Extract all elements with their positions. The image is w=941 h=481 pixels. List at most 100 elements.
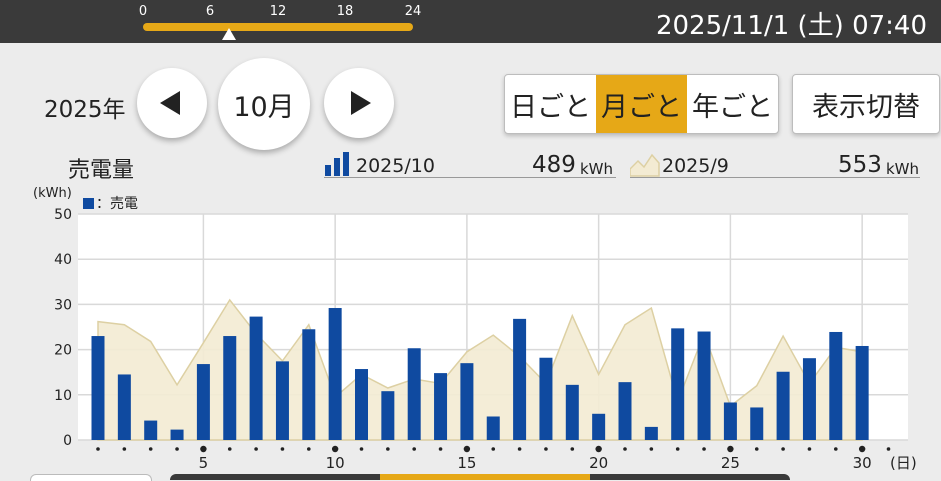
- current-month-button[interactable]: 10月: [218, 58, 310, 150]
- area-chart-icon: [630, 153, 660, 177]
- x-day-dot: [148, 447, 153, 451]
- bar-day-26: [750, 407, 764, 440]
- x-day-dot: [438, 447, 443, 451]
- year-label: 2025年: [44, 97, 126, 123]
- x-day-dot: [702, 447, 706, 451]
- current-period-label: 2025/10: [356, 155, 435, 177]
- bar-day-12: [381, 391, 395, 440]
- time-slider[interactable]: 0 6 12 18 24: [138, 0, 422, 43]
- x-tick-label: 30: [853, 454, 872, 472]
- previous-period-unit: kWh: [886, 160, 920, 178]
- bar-day-5: [196, 364, 210, 440]
- time-tick-label: 24: [404, 4, 422, 19]
- bottom-bar-highlight: [380, 474, 590, 480]
- x-day-dot: [649, 447, 654, 451]
- prev-month-button[interactable]: [137, 68, 207, 138]
- bar-day-30: [855, 345, 869, 440]
- triangle-right-icon: [351, 91, 371, 115]
- bar-day-7: [249, 316, 263, 440]
- time-slider-handle[interactable]: [222, 28, 237, 40]
- x-tick-label: 25: [721, 454, 740, 472]
- bar-day-6: [223, 336, 237, 440]
- time-slider-track[interactable]: [143, 23, 413, 31]
- time-tick-label: 0: [138, 4, 148, 19]
- bar-day-17: [513, 318, 527, 440]
- bar-day-1: [91, 336, 105, 440]
- bar-day-16: [486, 416, 500, 440]
- x-day-dot: [517, 447, 522, 451]
- y-tick-label: 40: [54, 252, 72, 268]
- bar-day-25: [723, 402, 737, 440]
- bar-day-15: [460, 363, 474, 440]
- tab-monthly[interactable]: 月ごと: [596, 75, 687, 133]
- y-tick-label: 0: [63, 433, 72, 449]
- bar-day-29: [829, 331, 843, 440]
- x-day-dot: [96, 447, 100, 451]
- bar-day-19: [565, 384, 579, 440]
- x-day-dot: [331, 445, 339, 453]
- x-day-dot: [307, 447, 311, 451]
- x-day-dot: [544, 447, 548, 451]
- x-day-dot: [200, 445, 207, 453]
- x-day-dot: [491, 447, 496, 451]
- bar-day-10: [328, 308, 342, 440]
- next-month-button[interactable]: [324, 68, 394, 138]
- x-day-dot: [359, 447, 364, 451]
- x-tick-label: 20: [589, 454, 608, 472]
- datetime-display: 2025/11/1 (土) 07:40: [655, 11, 927, 41]
- bar-day-4: [170, 429, 184, 440]
- time-tick-label: 6: [205, 4, 215, 19]
- x-day-dot: [754, 447, 759, 451]
- x-day-dot: [280, 447, 285, 451]
- bar-day-8: [275, 361, 289, 440]
- x-tick-label: 15: [457, 454, 476, 472]
- bar-day-3: [144, 420, 158, 440]
- period-selector: 日ごと 月ごと 年ごと: [504, 74, 779, 134]
- time-tick-label: 18: [336, 4, 354, 19]
- x-tick-label: 10: [326, 454, 345, 472]
- x-day-dot: [175, 447, 179, 451]
- bar-day-21: [618, 382, 632, 440]
- previous-period-value: 553: [838, 152, 882, 178]
- summary-divider: [630, 177, 920, 178]
- bar-day-28: [802, 358, 816, 440]
- current-period-unit: kWh: [580, 160, 614, 178]
- bar-day-18: [539, 357, 553, 440]
- y-tick-label: 20: [54, 343, 72, 359]
- current-period-value: 489: [532, 152, 576, 178]
- x-day-dot: [623, 447, 627, 451]
- bar-day-9: [302, 329, 316, 440]
- x-day-dot: [858, 445, 866, 453]
- x-tick-label: 5: [199, 454, 209, 472]
- x-day-dot: [781, 447, 785, 451]
- sales-bar-chart: 0 10 20 30 40 50 5 10 15 20 25 30 (日): [54, 207, 917, 472]
- bar-day-11: [355, 369, 368, 440]
- x-day-dot: [412, 447, 417, 451]
- bar-day-2: [117, 374, 131, 440]
- bar-day-23: [671, 328, 685, 440]
- x-day-dot: [834, 447, 838, 451]
- y-tick-label: 10: [54, 388, 72, 404]
- x-day-dot: [463, 445, 471, 453]
- bar-day-13: [407, 348, 421, 440]
- x-axis-unit: (日): [890, 454, 917, 472]
- x-day-dot: [727, 445, 734, 453]
- x-day-dot: [386, 447, 390, 451]
- bar-day-14: [434, 373, 448, 440]
- bar-day-24: [697, 331, 711, 440]
- y-tick-label: 30: [54, 297, 72, 313]
- chart-title: 売電量: [68, 158, 135, 183]
- previous-period-label: 2025/9: [662, 155, 729, 177]
- summary-divider: [324, 177, 616, 178]
- y-tick-label: 50: [54, 207, 72, 223]
- tab-daily[interactable]: 日ごと: [505, 75, 596, 133]
- x-day-dot: [227, 447, 232, 451]
- x-day-dot: [570, 447, 575, 451]
- top-bar: 0 6 12 18 24 2025/11/1 (土) 07:40: [0, 0, 941, 43]
- bar-chart-icon: [325, 152, 349, 176]
- tab-yearly[interactable]: 年ごと: [687, 75, 778, 133]
- x-day-dot: [807, 447, 812, 451]
- x-day-dot: [122, 447, 127, 451]
- x-day-dot: [886, 447, 891, 451]
- display-toggle-button[interactable]: 表示切替: [792, 74, 940, 134]
